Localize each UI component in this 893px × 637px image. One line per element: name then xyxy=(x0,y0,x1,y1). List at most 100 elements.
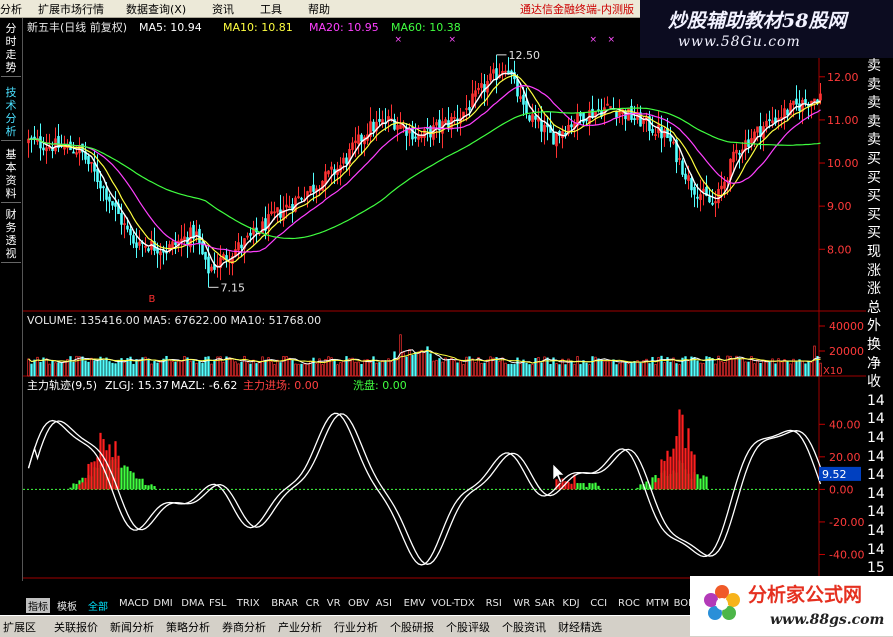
main-entry-bar xyxy=(657,477,660,490)
price-tick-label: 11.00 xyxy=(827,114,859,127)
candle-body xyxy=(804,99,807,104)
left-tab[interactable]: 财 务 透 视 xyxy=(1,206,21,263)
indicator-tab[interactable]: 模板 xyxy=(57,598,77,613)
taskbar-button[interactable]: 个股资讯 xyxy=(502,619,546,635)
indicator-tab[interactable]: VOL-TDX xyxy=(431,598,474,609)
indicator-tab[interactable]: OBV xyxy=(348,598,369,609)
candle-body xyxy=(147,248,150,252)
quote-field-label: 14 xyxy=(867,504,885,521)
menu-item[interactable]: 帮助 xyxy=(308,1,330,17)
indicator-tab[interactable]: EMV xyxy=(404,598,426,609)
volume-bar xyxy=(747,361,750,377)
taskbar-button[interactable]: 财经精选 xyxy=(558,619,602,635)
candle-body xyxy=(552,132,555,145)
chart-area[interactable]: 新五丰(日线 前复权) MA5: 10.94 MA10: 10.81 MA20: 10… xyxy=(23,18,866,596)
taskbar-button[interactable]: 产业分析 xyxy=(278,619,322,635)
indicator-tab[interactable]: ROC xyxy=(618,598,640,609)
indicator-tab[interactable]: 全部 xyxy=(88,598,108,613)
volume-bar xyxy=(300,363,303,377)
volume-bar xyxy=(69,356,72,377)
volume-bar xyxy=(411,354,414,377)
candle-body xyxy=(468,107,471,111)
quote-field-label: 14 xyxy=(867,523,885,539)
volume-bar xyxy=(108,361,111,377)
washout-bar xyxy=(72,483,75,490)
menu-item[interactable]: 数据查询(X) xyxy=(126,1,186,17)
volume-bar xyxy=(264,359,267,377)
quote-field-label: 14 xyxy=(867,541,885,558)
watermark-url: www.58Gu.com xyxy=(678,34,801,50)
volume-tick-label: 40000 xyxy=(829,320,864,333)
indicator-tick-label: -40.00 xyxy=(829,548,864,561)
price-tick-label: 9.00 xyxy=(827,200,852,213)
quote-field-label: 外 xyxy=(867,318,881,335)
candle-body xyxy=(345,157,348,164)
taskbar-button[interactable]: 扩展区 xyxy=(3,619,36,635)
left-tab[interactable]: 技 术 分 析 xyxy=(1,84,21,141)
candle-body xyxy=(690,178,693,191)
indicator-tab[interactable]: TRIX xyxy=(237,598,260,609)
indicator-tab[interactable]: CCI xyxy=(590,598,607,609)
indicator-tab[interactable]: DMA xyxy=(181,598,204,609)
quote-field-label: 卖 xyxy=(867,132,881,149)
quote-field-label: 14 xyxy=(867,467,885,484)
taskbar-button[interactable]: 新闻分析 xyxy=(110,619,154,635)
volume-bar xyxy=(153,360,156,377)
washout-bar xyxy=(147,485,150,490)
menu-item[interactable]: 工具 xyxy=(260,1,282,17)
candle-body xyxy=(102,186,105,189)
left-tab[interactable]: 基 本 资 料 xyxy=(1,146,21,203)
indicator-tab[interactable]: MTM xyxy=(646,598,669,609)
menu-item[interactable]: 扩展市场行情 xyxy=(38,1,104,17)
taskbar-button[interactable]: 个股研报 xyxy=(390,619,434,635)
candle-body xyxy=(522,94,525,105)
indicator-tab[interactable]: SAR xyxy=(535,598,555,609)
indicator-tab[interactable]: CR xyxy=(306,598,320,609)
main-entry-bar xyxy=(678,409,681,490)
indicator-tab[interactable]: ASI xyxy=(376,598,392,609)
candle-body xyxy=(414,136,417,139)
washout-bar xyxy=(705,476,708,490)
indicator-tab[interactable]: RSI xyxy=(486,598,502,609)
indicator-tab[interactable]: WR xyxy=(513,598,530,609)
indicator-tab[interactable]: 指标 xyxy=(26,598,50,613)
candle-body xyxy=(114,202,117,207)
volume-bar xyxy=(612,359,615,377)
indicator-tab[interactable]: DMI xyxy=(153,598,172,609)
indicator-tab[interactable]: BRAR xyxy=(271,598,298,609)
left-tab[interactable]: 分 时 走 势 xyxy=(1,20,21,77)
volume-bar xyxy=(738,357,741,377)
quote-field-label: 14 xyxy=(867,448,885,465)
candle-body xyxy=(108,196,111,202)
chart-background xyxy=(23,18,866,596)
candle-body xyxy=(738,152,741,155)
candle-body xyxy=(684,173,687,180)
volume-bar xyxy=(57,362,60,377)
indicator-tab[interactable]: FSL xyxy=(209,598,227,609)
indicator-tab[interactable]: MACD xyxy=(119,598,149,609)
volume-bar xyxy=(633,361,636,377)
washout-bar xyxy=(144,484,147,490)
taskbar-button[interactable]: 行业分析 xyxy=(334,619,378,635)
indicator-tab[interactable]: VR xyxy=(327,598,341,609)
volume-bar xyxy=(660,355,663,377)
volume-bar xyxy=(333,358,336,377)
volume-bar xyxy=(579,364,582,377)
volume-bar xyxy=(84,360,87,377)
volume-bar xyxy=(132,363,135,377)
menu-item[interactable]: 资讯 xyxy=(212,1,234,17)
quote-field-label: 涨 xyxy=(867,262,881,279)
candle-body xyxy=(540,120,543,132)
volume-bar xyxy=(648,363,651,377)
taskbar-button[interactable]: 个股评级 xyxy=(446,619,490,635)
washout-bar xyxy=(597,485,600,490)
indicator-tab[interactable]: KDJ xyxy=(562,598,579,609)
indicator-legend: 洗盘: 0.00 xyxy=(353,378,407,392)
washout-bar xyxy=(132,472,135,490)
menu-item[interactable]: 分析 xyxy=(0,1,22,17)
taskbar-button[interactable]: 关联报价 xyxy=(54,619,98,635)
taskbar-button[interactable]: 策略分析 xyxy=(166,619,210,635)
taskbar-button[interactable]: 券商分析 xyxy=(222,619,266,635)
watermark-banner-88gs: 分析家公式网 www.88gs.com xyxy=(690,576,893,636)
quote-field-label: 涨 xyxy=(867,281,881,298)
